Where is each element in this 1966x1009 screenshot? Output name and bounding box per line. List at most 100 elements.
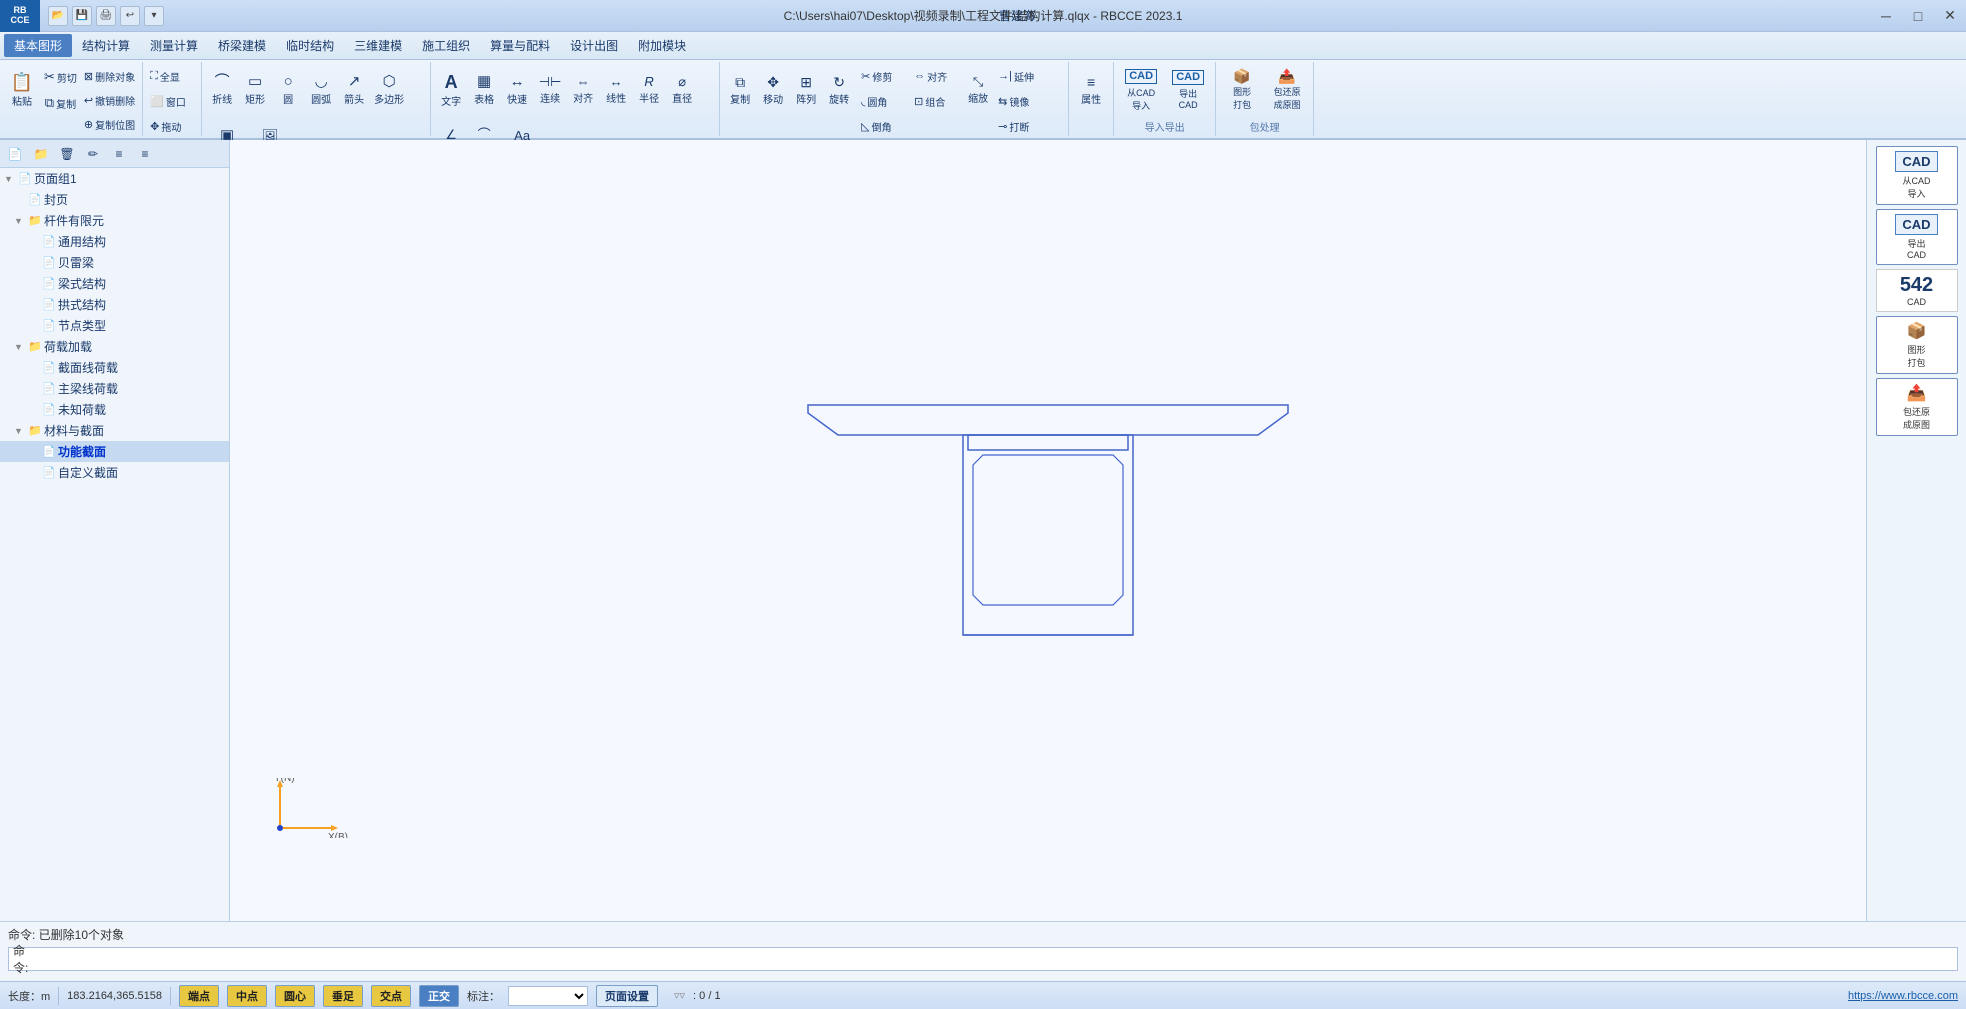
diameter-dim-button[interactable]: ⌀直径	[666, 64, 698, 116]
beam-drawing	[798, 375, 1298, 675]
copy-mod-button[interactable]: ⧉复制	[724, 64, 756, 116]
tree-node-finite-element[interactable]: ▼ 📁 杆件有限元	[0, 210, 229, 231]
minimize-button[interactable]: ─	[1870, 0, 1902, 32]
array-button[interactable]: ⊞阵列	[790, 64, 822, 116]
menu-temp-structure[interactable]: 临时结构	[276, 34, 344, 57]
close-button[interactable]: ✕	[1934, 0, 1966, 32]
sidebar-open-btn[interactable]: 📁	[30, 143, 52, 165]
circle-button[interactable]: ○圆	[272, 64, 304, 116]
move-button[interactable]: ✥移动	[757, 64, 789, 116]
arc-button[interactable]: ◡圆弧	[305, 64, 337, 116]
copy-position-button[interactable]: ⊕复制位图	[81, 112, 138, 136]
snap-perpendicular-btn[interactable]: 垂足	[323, 985, 363, 1007]
tree-node-general-struct[interactable]: 📄 通用结构	[0, 231, 229, 252]
ortho-btn[interactable]: 正交	[419, 985, 459, 1007]
extend-button[interactable]: →|延伸	[995, 64, 1045, 88]
menu-addon[interactable]: 附加模块	[628, 34, 696, 57]
menu-measurement-calc[interactable]: 测量计算	[140, 34, 208, 57]
import-cad-button[interactable]: CAD 从CAD导入	[1118, 64, 1164, 116]
align-mod-button[interactable]: ⇔对齐	[911, 64, 961, 88]
chamfer-button[interactable]: ◺倒角	[858, 114, 908, 138]
menu-basic-shapes[interactable]: 基本图形	[4, 34, 72, 57]
figure-pack-right-btn[interactable]: 📦 图形打包	[1876, 316, 1958, 374]
quick-open-btn[interactable]: 📂	[48, 6, 68, 26]
snap-endpoint-btn[interactable]: 端点	[179, 985, 219, 1007]
menu-design-output[interactable]: 设计出图	[560, 34, 628, 57]
website-link[interactable]: https://www.rbcce.com	[1848, 990, 1958, 1002]
snap-intersection-btn[interactable]: 交点	[371, 985, 411, 1007]
connect-dim-button[interactable]: ⊣⊢连续	[534, 64, 566, 116]
canvas-area[interactable]: Y(N) X(B)	[230, 140, 1866, 921]
menu-quantity-material[interactable]: 算量与配料	[480, 34, 560, 57]
tree-node-load-group[interactable]: ▼ 📁 荷载加载	[0, 336, 229, 357]
quick-print-btn[interactable]: 🖨	[96, 6, 116, 26]
quick-dropdown-btn[interactable]: ▾	[144, 6, 164, 26]
tree-node-func-section[interactable]: 📄 功能截面	[0, 441, 229, 462]
snap-center-btn[interactable]: 圆心	[275, 985, 315, 1007]
tree-label-beam-struct: 梁式结构	[58, 275, 106, 292]
fullscreen-button[interactable]: ⛶全显	[147, 64, 197, 88]
menu-bridge-modeling[interactable]: 桥梁建模	[208, 34, 276, 57]
tree-label-truss-struct: 拱式结构	[58, 296, 106, 313]
page-settings-btn[interactable]: 页面设置	[596, 985, 658, 1007]
menu-structural-calc[interactable]: 结构计算	[72, 34, 140, 57]
table-button[interactable]: ▦表格	[468, 64, 500, 116]
cut-button[interactable]: ✂剪切	[41, 64, 80, 90]
round-button[interactable]: ◟圆角	[858, 89, 908, 113]
properties-button[interactable]: ≡属性	[1073, 64, 1109, 116]
menu-3d-modeling[interactable]: 三维建模	[344, 34, 412, 57]
cad-export-btn[interactable]: CAD 导出CAD	[1876, 209, 1958, 265]
tree-node-beam-struct[interactable]: 📄 梁式结构	[0, 273, 229, 294]
cancel-delete-button[interactable]: ↩撤销删除	[81, 88, 138, 112]
export-cad-button[interactable]: CAD 导出CAD	[1165, 64, 1211, 116]
sidebar-delete-btn[interactable]: 🗑	[56, 143, 78, 165]
polyline-button[interactable]: ⌒折线	[206, 64, 238, 116]
tree-node-unknown-load[interactable]: 📄 未知荷载	[0, 399, 229, 420]
tree-label-general-struct: 通用结构	[58, 233, 106, 250]
trim-button[interactable]: ✂修剪	[858, 64, 908, 88]
sidebar-new-btn[interactable]: 📄	[4, 143, 26, 165]
text-button[interactable]: A文字	[435, 64, 467, 116]
quick-save-btn[interactable]: 💾	[72, 6, 92, 26]
cad-import-btn[interactable]: CAD 从CAD导入	[1876, 146, 1958, 205]
quick-undo-btn[interactable]: ↩	[120, 6, 140, 26]
scale-button[interactable]: ⤡缩放	[962, 64, 994, 116]
tree-node-section-line-load[interactable]: 📄 截面线荷载	[0, 357, 229, 378]
tree-node-cover[interactable]: 📄 封页	[0, 189, 229, 210]
rotate-button[interactable]: ↻旋转	[823, 64, 855, 116]
tree-node-node-type[interactable]: 📄 节点类型	[0, 315, 229, 336]
align-dim-button[interactable]: ⇔对齐	[567, 64, 599, 116]
sidebar-align-left-btn[interactable]: ≡	[108, 143, 130, 165]
delete-obj-button[interactable]: ⊠删除对象	[81, 64, 138, 88]
restore-original-button[interactable]: 📤 包还原成原图	[1265, 64, 1309, 116]
sidebar-align-right-btn[interactable]: ≡	[134, 143, 156, 165]
command-input[interactable]	[44, 952, 1953, 966]
polygon-button[interactable]: ⬡多边形	[371, 64, 407, 116]
mirror-button[interactable]: ⇆镜像	[995, 89, 1045, 113]
annotation-select[interactable]	[508, 986, 588, 1006]
radius-dim-button[interactable]: R半径	[633, 64, 665, 116]
tree-node-bailey-beam[interactable]: 📄 贝雷梁	[0, 252, 229, 273]
paste-button[interactable]: 📋 粘贴	[4, 64, 40, 116]
drag-button[interactable]: ✥拖动	[147, 114, 197, 138]
snap-midpoint-btn[interactable]: 中点	[227, 985, 267, 1007]
break-button[interactable]: ⊸打断	[995, 114, 1045, 138]
linear-dim-button[interactable]: ↔线性	[600, 64, 632, 116]
sidebar-edit-btn[interactable]: ✏	[82, 143, 104, 165]
tree-node-truss-struct[interactable]: 📄 拱式结构	[0, 294, 229, 315]
restore-button[interactable]: □	[1902, 0, 1934, 32]
tree-node-main-beam-load[interactable]: 📄 主梁线荷载	[0, 378, 229, 399]
tree-node-page1[interactable]: ▼ 📄 页面组1	[0, 168, 229, 189]
tree-node-custom-section[interactable]: 📄 自定义截面	[0, 462, 229, 483]
arrow-button[interactable]: ↗箭头	[338, 64, 370, 116]
copy-button[interactable]: ⧉复制	[41, 90, 80, 116]
tree-node-material-section[interactable]: ▼ 📁 材料与截面	[0, 420, 229, 441]
group-button[interactable]: ⊡组合	[911, 89, 961, 113]
rect-button[interactable]: ▭矩形	[239, 64, 271, 116]
sep2	[170, 987, 171, 1005]
quick-dim-button[interactable]: ↔快速	[501, 64, 533, 116]
menu-construction-org[interactable]: 施工组织	[412, 34, 480, 57]
restore-original-right-btn[interactable]: 📤 包还原成原图	[1876, 378, 1958, 436]
window-view-button[interactable]: ⬜窗口	[147, 89, 197, 113]
figure-pack-button[interactable]: 📦 图形打包	[1220, 64, 1264, 116]
